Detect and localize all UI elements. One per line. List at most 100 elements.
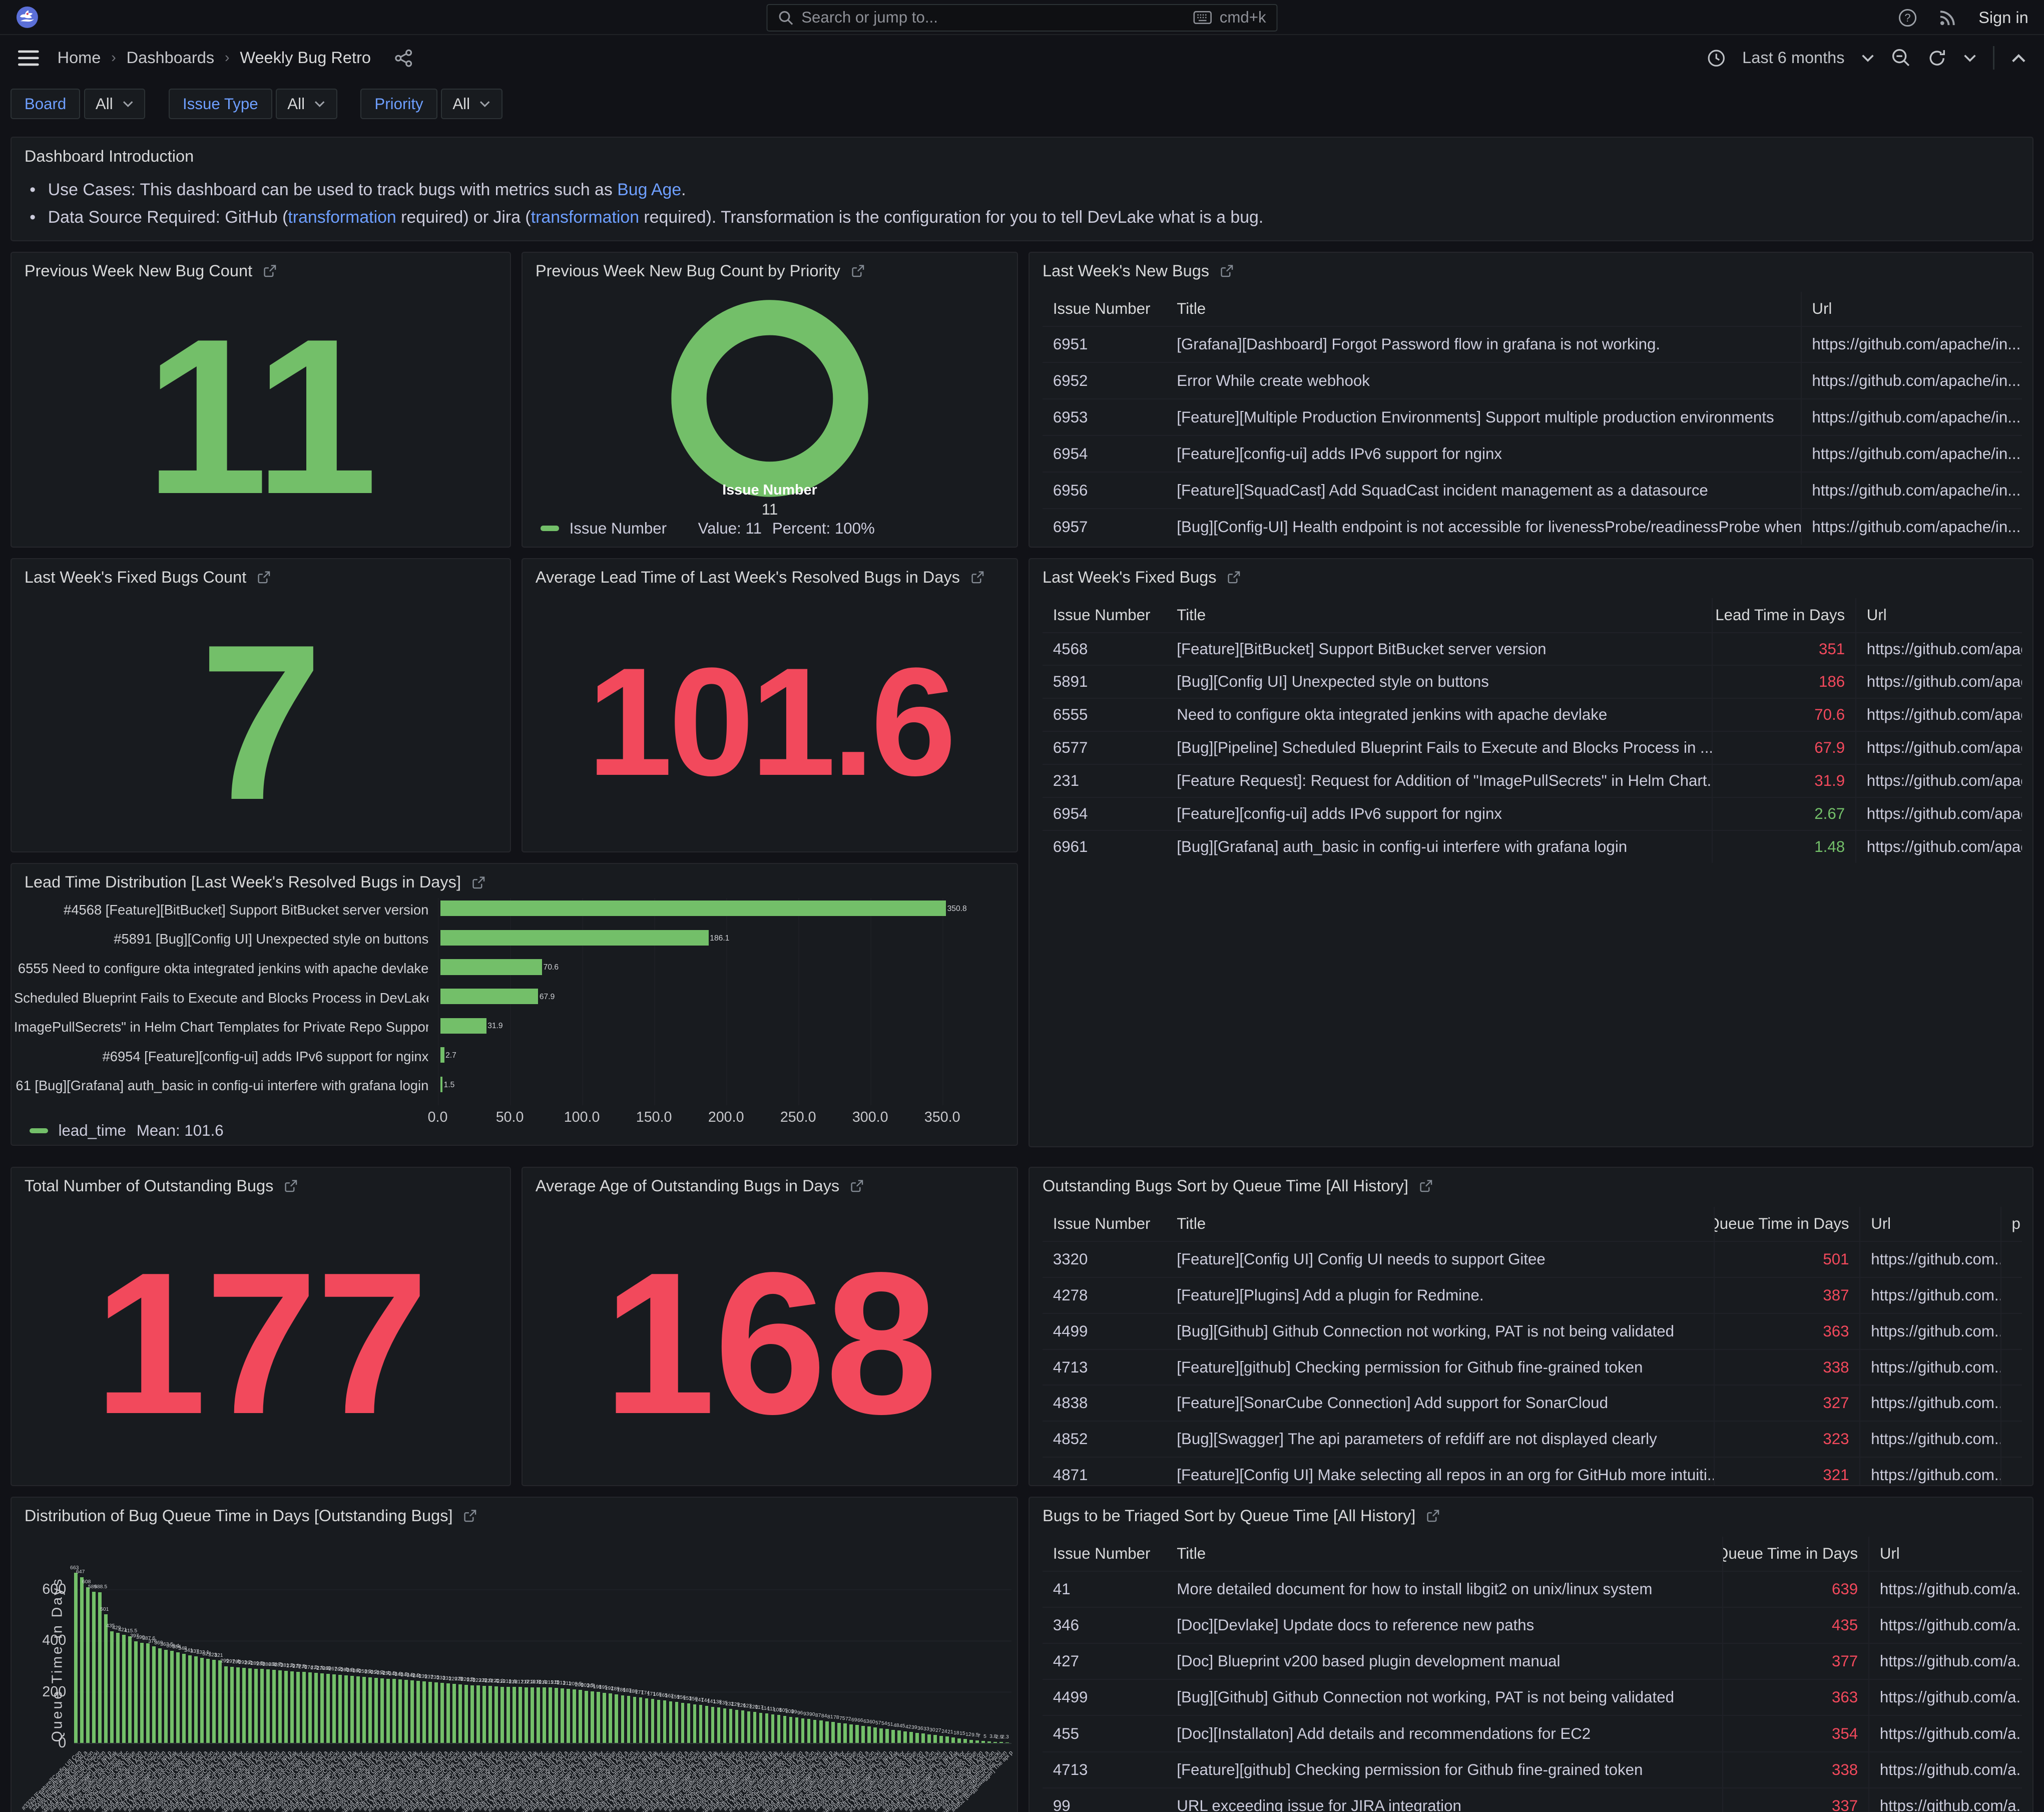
queue-time-bar[interactable] bbox=[705, 1706, 709, 1743]
column-header[interactable]: Url bbox=[1868, 1537, 2022, 1571]
queue-time-bar[interactable] bbox=[855, 1725, 859, 1742]
queue-time-bar[interactable] bbox=[80, 1577, 84, 1743]
queue-time-bar[interactable] bbox=[543, 1687, 546, 1743]
queue-time-bar[interactable] bbox=[711, 1707, 715, 1743]
queue-time-bar[interactable] bbox=[567, 1689, 570, 1743]
queue-time-bar[interactable] bbox=[591, 1691, 594, 1743]
queue-time-bar[interactable] bbox=[194, 1656, 198, 1742]
external-link-icon[interactable] bbox=[851, 264, 865, 278]
external-link-icon[interactable] bbox=[284, 1179, 298, 1193]
issue-url-link[interactable]: https://github.com/apache/in... bbox=[1801, 509, 2022, 545]
queue-time-bar[interactable] bbox=[380, 1678, 384, 1743]
queue-time-bar[interactable] bbox=[717, 1707, 721, 1743]
help-icon[interactable]: ? bbox=[1898, 8, 1917, 28]
issue-url-link[interactable]: https://github.com... bbox=[1859, 1386, 2000, 1421]
queue-time-bar[interactable] bbox=[723, 1708, 727, 1743]
queue-time-bar[interactable] bbox=[242, 1668, 246, 1743]
queue-time-bar[interactable] bbox=[140, 1643, 144, 1743]
column-header[interactable]: Lead Time in Days bbox=[1712, 598, 1855, 632]
share-icon[interactable] bbox=[394, 49, 412, 67]
queue-time-bar[interactable] bbox=[164, 1650, 168, 1743]
time-range-picker[interactable]: Last 6 months bbox=[1742, 49, 1844, 67]
queue-time-bar[interactable] bbox=[440, 1683, 444, 1742]
column-header[interactable]: Issue Number bbox=[1043, 1215, 1166, 1233]
issue-url-link[interactable]: https://github.com... bbox=[1859, 1458, 2000, 1486]
column-header[interactable]: Title bbox=[1166, 1545, 1722, 1563]
lead-time-bar-chart[interactable]: 0.050.0100.0150.0200.0250.0300.0350.0#45… bbox=[12, 864, 1017, 1145]
queue-time-bar[interactable] bbox=[963, 1739, 967, 1743]
queue-time-bar[interactable] bbox=[831, 1722, 835, 1742]
queue-time-bar[interactable] bbox=[488, 1686, 492, 1742]
queue-time-bar[interactable] bbox=[627, 1696, 631, 1743]
queue-time-bar[interactable] bbox=[549, 1687, 552, 1742]
queue-time-bar[interactable] bbox=[248, 1668, 252, 1743]
queue-time-bar[interactable] bbox=[182, 1654, 186, 1743]
queue-time-bar[interactable] bbox=[176, 1652, 180, 1743]
column-header[interactable]: Title bbox=[1166, 300, 1800, 318]
queue-time-bar[interactable] bbox=[410, 1680, 414, 1742]
queue-time-bar[interactable] bbox=[807, 1719, 811, 1743]
queue-time-bar[interactable] bbox=[236, 1667, 240, 1743]
queue-time-bar[interactable] bbox=[326, 1674, 330, 1743]
queue-time-bar[interactable] bbox=[254, 1669, 258, 1743]
queue-time-bar[interactable] bbox=[735, 1710, 739, 1743]
queue-time-bar[interactable] bbox=[470, 1685, 474, 1743]
queue-time-bar[interactable] bbox=[921, 1733, 925, 1742]
queue-time-bar[interactable] bbox=[110, 1631, 114, 1743]
queue-time-bar[interactable] bbox=[320, 1673, 324, 1743]
queue-time-bar[interactable] bbox=[531, 1687, 534, 1743]
search-input[interactable]: Search or jump to... cmd+k bbox=[766, 4, 1277, 32]
issue-url-link[interactable]: https://github.com/a... bbox=[1868, 1788, 2022, 1812]
bug-age-link[interactable]: Bug Age bbox=[617, 180, 681, 199]
queue-time-bar[interactable] bbox=[128, 1636, 132, 1743]
queue-time-bar[interactable] bbox=[446, 1683, 450, 1742]
queue-time-bar[interactable] bbox=[434, 1682, 438, 1742]
queue-time-bar[interactable] bbox=[825, 1721, 829, 1743]
queue-time-bar[interactable] bbox=[573, 1689, 576, 1743]
queue-time-bar[interactable] bbox=[669, 1701, 673, 1743]
issue-url-link[interactable]: https://github.com/apache/in... bbox=[1801, 363, 2022, 398]
queue-time-bar[interactable] bbox=[74, 1573, 78, 1742]
queue-time-bar[interactable] bbox=[266, 1669, 270, 1743]
queue-time-bar[interactable] bbox=[188, 1655, 192, 1743]
queue-time-bar[interactable] bbox=[675, 1702, 679, 1742]
column-header[interactable]: Queue Time in Days bbox=[1722, 1537, 1868, 1571]
lead-time-bar[interactable] bbox=[440, 1047, 444, 1063]
queue-time-bar[interactable] bbox=[813, 1720, 817, 1743]
queue-time-bar[interactable] bbox=[464, 1685, 468, 1743]
queue-time-bar[interactable] bbox=[945, 1736, 949, 1742]
queue-time-bar[interactable] bbox=[981, 1741, 985, 1743]
transformation-link[interactable]: transformation bbox=[531, 208, 639, 227]
queue-time-bar[interactable] bbox=[362, 1677, 366, 1743]
queue-time-bar[interactable] bbox=[296, 1672, 300, 1743]
queue-time-bar[interactable] bbox=[332, 1674, 336, 1743]
queue-time-bar[interactable] bbox=[633, 1697, 637, 1743]
queue-time-bar[interactable] bbox=[663, 1700, 667, 1742]
issue-url-link[interactable]: https://github.com/apache/in... bbox=[1801, 327, 2022, 362]
queue-time-bar[interactable] bbox=[951, 1737, 955, 1743]
column-header[interactable]: Title bbox=[1166, 606, 1712, 624]
queue-time-bar[interactable] bbox=[212, 1660, 216, 1742]
queue-time-bar[interactable] bbox=[428, 1682, 432, 1742]
issue-url-link[interactable]: https://github.com/apac bbox=[1855, 666, 2022, 698]
issue-url-link[interactable]: https://github.com... bbox=[1859, 1350, 2000, 1385]
column-header[interactable]: Url bbox=[1859, 1207, 2000, 1241]
queue-time-bar[interactable] bbox=[729, 1709, 733, 1743]
column-header[interactable]: Url bbox=[1801, 292, 2022, 326]
lead-time-bar[interactable] bbox=[440, 1018, 486, 1034]
queue-time-bar[interactable] bbox=[759, 1713, 763, 1743]
issue-url-link[interactable]: https://github.com/apac bbox=[1855, 633, 2022, 665]
queue-time-bar[interactable] bbox=[849, 1724, 853, 1743]
queue-time-bar[interactable] bbox=[278, 1670, 282, 1743]
column-header[interactable]: p bbox=[2000, 1207, 2022, 1241]
queue-time-bar[interactable] bbox=[513, 1687, 516, 1743]
queue-time-bar[interactable] bbox=[284, 1671, 288, 1743]
queue-time-bar[interactable] bbox=[416, 1681, 420, 1742]
issue-url-link[interactable]: https://github.com... bbox=[1859, 1422, 2000, 1457]
queue-time-bar[interactable] bbox=[92, 1592, 96, 1742]
menu-hamburger-icon[interactable] bbox=[18, 49, 39, 67]
queue-time-bar[interactable] bbox=[158, 1648, 162, 1743]
queue-time-bar[interactable] bbox=[699, 1705, 703, 1742]
queue-time-bar[interactable] bbox=[224, 1666, 228, 1743]
column-header[interactable]: Title bbox=[1166, 1215, 1713, 1233]
